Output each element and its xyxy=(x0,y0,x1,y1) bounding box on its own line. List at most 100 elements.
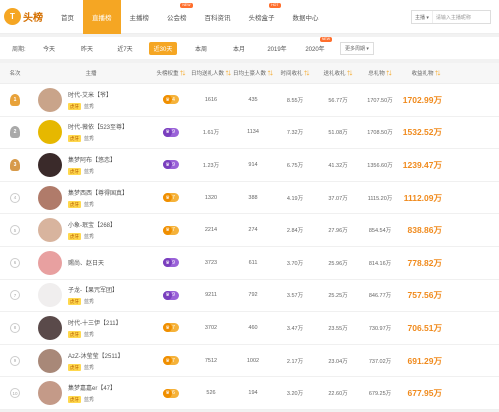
nav-item-3[interactable]: 公会榜 NEW xyxy=(158,0,196,34)
table-row[interactable]: 7 子龙-【果咒军团】 虎牙 蓝秀 ♛ 9 9211 792 3.57万 25.25万 846.7… xyxy=(0,280,499,313)
avatar[interactable] xyxy=(38,87,62,112)
avatar[interactable] xyxy=(38,381,62,406)
anchor-cell[interactable]: 集梦阿布【悠恋】 虎牙 蓝秀 xyxy=(30,152,152,177)
period-option-5[interactable]: 本月 xyxy=(220,37,258,59)
anchor-cell[interactable]: 小象-珉宝【268】 虎牙 蓝秀 xyxy=(30,218,152,243)
period-option-7[interactable]: 2020年 NEW xyxy=(296,37,334,59)
more-periods-dropdown[interactable]: 更多周期 ▾ xyxy=(340,41,374,55)
data-cell: 2214 xyxy=(204,227,218,234)
anchor-name[interactable]: 集梦阿布【悠恋】 xyxy=(68,155,116,164)
table-row[interactable]: 2 时代-薇依【523至尊】 虎牙 蓝秀 ♛ 9 1.61万 1134 7.32万 51.08万… xyxy=(0,117,499,150)
rank-cell: 8 xyxy=(0,322,30,334)
nav-badge: HOT xyxy=(269,2,281,8)
table-row[interactable]: 5 小象-珉宝【268】 虎牙 蓝秀 ♛ 7 2214 274 2.84万 27.96万 854.… xyxy=(0,214,499,247)
column-header[interactable]: 时间收礼 ⇅ xyxy=(274,69,316,77)
period-option-0[interactable]: 今天 xyxy=(30,37,68,59)
avatar[interactable] xyxy=(38,250,62,275)
column-header[interactable]: 日均土豪人数 ⇅ xyxy=(232,69,274,77)
level-badge: ♛ 7 xyxy=(163,323,179,333)
avatar[interactable] xyxy=(38,152,62,177)
period-option-label: 今天 xyxy=(42,46,55,53)
table-row[interactable]: 10 集梦嘉嘉er【47】 虎牙 蓝秀 ♛ 6 526 194 3.20万 22.60万 679.… xyxy=(0,377,499,410)
nav-item-6[interactable]: 数据中心 xyxy=(284,0,328,34)
anchor-name[interactable]: AzZ-沐莹莹【2511】 xyxy=(68,351,124,360)
period-option-4[interactable]: 本周 xyxy=(182,37,220,59)
column-header[interactable]: 总礼物 ⇅ xyxy=(360,69,400,77)
data-cell: 25.25万 xyxy=(328,293,348,300)
anchor-cell[interactable]: 赐尚、赵日天 xyxy=(30,250,152,275)
nav-item-1[interactable]: 直播榜 xyxy=(83,0,121,34)
anchor-name[interactable]: 子龙-【果咒军团】 xyxy=(68,285,118,294)
weight-cell: ♛ 4 xyxy=(152,95,190,105)
anchor-cell[interactable]: 集梦嘉嘉er【47】 虎牙 蓝秀 xyxy=(30,381,152,406)
income-value: 1532.52万 xyxy=(402,127,442,138)
avatar[interactable] xyxy=(38,185,62,210)
rank-cell: 10 xyxy=(0,387,30,399)
anchor-name[interactable]: 时代-艾米【爷】 xyxy=(68,90,112,99)
period-option-2[interactable]: 近7天 xyxy=(106,37,144,59)
data-cell: 3.20万 xyxy=(286,391,304,398)
column-header[interactable]: 送礼收礼 ⇅ xyxy=(316,69,360,77)
table-row[interactable]: 9 AzZ-沐莹莹【2511】 虎牙 蓝秀 ♛ 7 7512 1002 2.17万 23.04万… xyxy=(0,345,499,378)
anchor-cell[interactable]: 时代-艾米【爷】 虎牙 蓝秀 xyxy=(30,87,152,112)
avatar[interactable] xyxy=(38,120,62,145)
column-header[interactable]: 收益礼物 ⇅ xyxy=(400,69,452,77)
anchor-name[interactable]: 小象-珉宝【268】 xyxy=(68,220,116,229)
data-cell: 27.96万 xyxy=(328,228,348,235)
anchor-cell[interactable]: 时代-薇依【523至尊】 虎牙 蓝秀 xyxy=(30,120,152,145)
weight-cell: ♛ 6 xyxy=(152,388,190,398)
anchor-name[interactable]: 集梦西西【尊得国真】 xyxy=(68,188,128,197)
anchor-tags: 虎牙 蓝秀 xyxy=(68,298,118,306)
anchor-name[interactable]: 赐尚、赵日天 xyxy=(68,258,104,267)
avatar[interactable] xyxy=(38,283,62,308)
rank-cell: 6 xyxy=(0,257,30,269)
logo[interactable]: T 头榜 xyxy=(0,0,52,34)
anchor-cell[interactable]: AzZ-沐莹莹【2511】 虎牙 蓝秀 xyxy=(30,348,152,373)
rank-cell: 9 xyxy=(0,355,30,367)
sort-icon: ⇅ xyxy=(433,71,441,77)
data-cell: 854.54万 xyxy=(368,228,392,235)
nav-item-4[interactable]: 百科资讯 xyxy=(196,0,240,34)
anchor-info: 集梦阿布【悠恋】 虎牙 蓝秀 xyxy=(68,155,116,175)
column-header[interactable]: 主播 xyxy=(30,69,152,77)
table-row[interactable]: 6 赐尚、赵日天 ♛ 9 3723 611 3.70万 25.96万 814.16万 778.8… xyxy=(0,247,499,280)
income-value: 838.86万 xyxy=(407,225,443,236)
anchor-name[interactable]: 时代-薇依【523至尊】 xyxy=(68,122,128,131)
nav-item-label: 数据中心 xyxy=(292,14,319,22)
anchor-cell[interactable]: 子龙-【果咒军团】 虎牙 蓝秀 xyxy=(30,283,152,308)
anchor-cell[interactable]: 时代-十三伊【211】 虎牙 蓝秀 xyxy=(30,315,152,340)
category-label: 蓝秀 xyxy=(84,299,95,306)
table-row[interactable]: 3 集梦阿布【悠恋】 虎牙 蓝秀 ♛ 9 1.23万 914 6.75万 41.32万 1356.… xyxy=(0,149,499,182)
anchor-name[interactable]: 时代-十三伊【211】 xyxy=(68,318,122,327)
income-value: 706.51万 xyxy=(407,322,443,333)
nav-item-5[interactable]: 头榜盒子 HOT xyxy=(240,0,284,34)
anchor-name[interactable]: 集梦嘉嘉er【47】 xyxy=(68,383,116,392)
avatar[interactable] xyxy=(38,218,62,243)
table-row[interactable]: 4 集梦西西【尊得国真】 虎牙 蓝秀 ♛ 7 1320 388 4.19万 37.07万 1115… xyxy=(0,182,499,215)
nav-item-2[interactable]: 主播榜 xyxy=(121,0,159,34)
search-type-select[interactable]: 主播 ▾ xyxy=(412,11,433,23)
nav-item-0[interactable]: 首页 xyxy=(52,0,83,34)
table-row[interactable]: 1 时代-艾米【爷】 虎牙 蓝秀 ♛ 4 1616 435 8.55万 56.77万 1707.5… xyxy=(0,84,499,117)
period-option-6[interactable]: 2019年 xyxy=(258,37,296,59)
search-input[interactable]: 请输入主播昵称 xyxy=(433,14,490,21)
period-option-label: 2020年 xyxy=(305,46,325,53)
rank-number: 10 xyxy=(10,388,20,399)
data-cell: 25.96万 xyxy=(328,260,348,267)
table-row[interactable]: 8 时代-十三伊【211】 虎牙 蓝秀 ♛ 7 3702 460 3.47万 23.55万 730… xyxy=(0,312,499,345)
search-box[interactable]: 主播 ▾ 请输入主播昵称 xyxy=(411,10,491,24)
anchor-cell[interactable]: 集梦西西【尊得国真】 虎牙 蓝秀 xyxy=(30,185,152,210)
avatar[interactable] xyxy=(38,315,62,340)
column-header[interactable]: 名次 xyxy=(0,69,30,77)
column-header[interactable]: 日均送礼人数 ⇅ xyxy=(190,69,232,77)
column-header[interactable]: 头榜权重 ⇅ xyxy=(152,69,190,77)
logo-text: 头榜 xyxy=(23,13,43,24)
period-option-3[interactable]: 近30天 xyxy=(144,37,182,59)
nav-item-label: 头榜盒子 xyxy=(248,14,275,22)
income-value: 757.56万 xyxy=(407,290,443,301)
medal-icon: 3 xyxy=(10,158,20,171)
avatar[interactable] xyxy=(38,348,62,373)
period-option-1[interactable]: 昨天 xyxy=(68,37,106,59)
period-filter: 周期: 今天 昨天 近7天 近30天 本周 本月 2019年 2020年 NEW 更多周期 ▾ xyxy=(0,37,499,59)
rank-number: 8 xyxy=(10,322,20,333)
